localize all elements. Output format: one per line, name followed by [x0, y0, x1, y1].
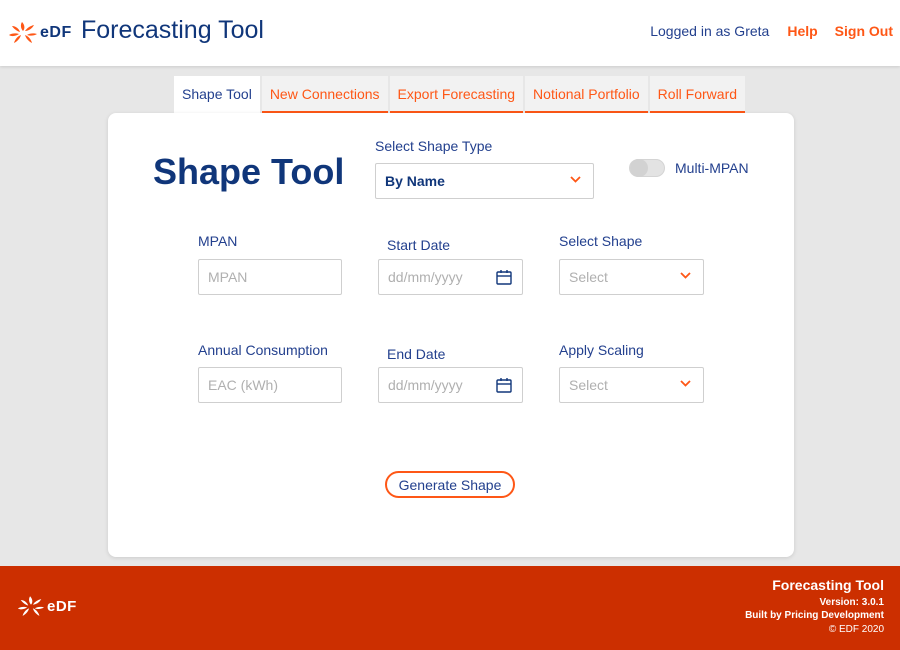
tab-export-forecasting[interactable]: Export Forecasting [389, 76, 524, 113]
calendar-icon[interactable] [496, 269, 512, 285]
toggle-knob [630, 159, 648, 177]
shape-type-label: Select Shape Type [375, 138, 493, 154]
apply-scaling-placeholder: Select [569, 377, 608, 393]
sign-out-link[interactable]: Sign Out [835, 23, 893, 39]
footer-title: Forecasting Tool [772, 577, 884, 593]
tab-shape-tool[interactable]: Shape Tool [174, 76, 260, 113]
edf-logo-icon [17, 596, 45, 616]
end-date-placeholder: dd/mm/yyyy [388, 377, 463, 393]
edf-logo[interactable]: eDF [8, 22, 72, 44]
app-footer: eDF Forecasting Tool Version: 3.0.1 Buil… [0, 566, 900, 650]
apply-scaling-label: Apply Scaling [559, 342, 644, 358]
start-date-placeholder: dd/mm/yyyy [388, 269, 463, 285]
footer-version: Version: 3.0.1 [819, 597, 884, 608]
chevron-down-icon [570, 176, 581, 183]
user-nav: Logged in as Greta Help Sign Out [650, 23, 893, 39]
shape-tool-card: Shape Tool Select Shape Type By Name Mul… [108, 113, 794, 557]
app-title: Forecasting Tool [81, 16, 264, 44]
tab-bar: Shape Tool New Connections Export Foreca… [174, 76, 747, 113]
footer-info: Forecasting Tool Version: 3.0.1 Built by… [745, 577, 884, 635]
mpan-placeholder: MPAN [208, 269, 248, 285]
help-link[interactable]: Help [787, 23, 817, 39]
chevron-down-icon [680, 380, 691, 387]
select-shape-label: Select Shape [559, 233, 643, 249]
page-title: Shape Tool [153, 151, 345, 192]
footer-built-by: Built by Pricing Development [745, 610, 884, 621]
end-date-input[interactable]: dd/mm/yyyy [378, 367, 523, 403]
shape-type-select[interactable]: By Name [375, 163, 594, 199]
start-date-input[interactable]: dd/mm/yyyy [378, 259, 523, 295]
app-header: eDF Forecasting Tool Logged in as Greta … [0, 0, 900, 66]
footer-edf-logo: eDF [17, 596, 77, 617]
logo-text: eDF [40, 24, 72, 41]
footer-logo-text: eDF [47, 598, 77, 615]
tab-new-connections[interactable]: New Connections [261, 76, 388, 113]
chevron-down-icon [680, 272, 691, 279]
end-date-label: End Date [387, 346, 446, 362]
footer-copyright: © EDF 2020 [828, 624, 884, 635]
calendar-icon[interactable] [496, 377, 512, 393]
multi-mpan-toggle-group: Multi-MPAN [629, 159, 749, 177]
start-date-label: Start Date [387, 237, 451, 253]
generate-shape-button[interactable]: Generate Shape [385, 471, 515, 498]
logged-in-user: Logged in as Greta [650, 23, 770, 39]
eac-input[interactable]: EAC (kWh) [198, 367, 342, 403]
eac-placeholder: EAC (kWh) [208, 377, 278, 393]
multi-mpan-label: Multi-MPAN [675, 160, 749, 176]
mpan-label: MPAN [198, 233, 238, 249]
apply-scaling-dropdown[interactable]: Select [559, 367, 704, 403]
tab-notional-portfolio[interactable]: Notional Portfolio [525, 76, 648, 113]
multi-mpan-toggle[interactable] [629, 159, 665, 177]
select-shape-dropdown[interactable]: Select [559, 259, 704, 295]
select-shape-placeholder: Select [569, 269, 608, 285]
annual-consumption-label: Annual Consumption [198, 342, 328, 358]
shape-type-value: By Name [385, 173, 445, 189]
tab-roll-forward[interactable]: Roll Forward [649, 76, 746, 113]
mpan-input[interactable]: MPAN [198, 259, 342, 295]
edf-logo-icon [9, 22, 37, 43]
